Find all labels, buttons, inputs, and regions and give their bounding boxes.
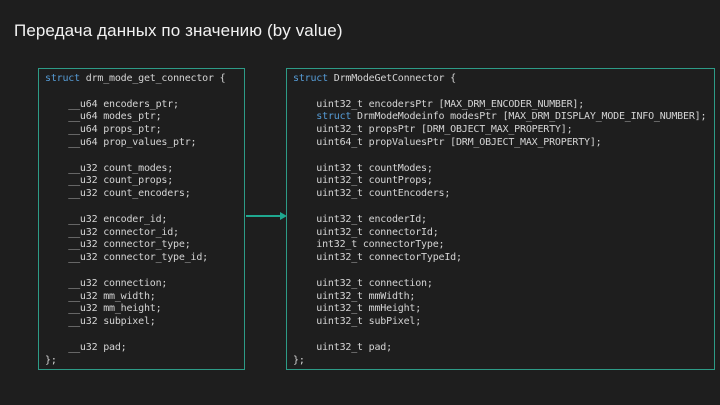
code-text: uint64_t propValuesPtr [DRM_OBJECT_MAX_P…: [293, 136, 602, 148]
code-line: __u32 mm_width;: [45, 291, 238, 304]
slide-title: Передача данных по значению (by value): [14, 21, 343, 40]
code-line: uint32_t encoderId;: [293, 214, 708, 227]
code-text: uint32_t connectorId;: [293, 226, 439, 238]
code-line: uint32_t connectorId;: [293, 227, 708, 240]
code-line: uint32_t connectorTypeId;: [293, 252, 708, 265]
code-keyword: struct: [45, 73, 80, 84]
code-text: __u64 encoders_ptr;: [45, 98, 179, 110]
code-text: uint32_t countProps;: [293, 175, 433, 187]
code-line: uint32_t countProps;: [293, 175, 708, 188]
code-line: uint32_t encodersPtr [MAX_DRM_ENCODER_NU…: [293, 99, 708, 112]
code-text: uint32_t encodersPtr [MAX_DRM_ENCODER_NU…: [293, 98, 585, 110]
code-text: __u32 connection;: [45, 277, 168, 289]
code-text: uint32_t propsPtr [DRM_OBJECT_MAX_PROPER…: [293, 124, 573, 136]
code-text: __u64 prop_values_ptr;: [45, 136, 197, 148]
code-text: __u32 count_modes;: [45, 162, 174, 174]
code-text: uint32_t countEncoders;: [293, 188, 451, 200]
code-line: __u32 connection;: [45, 278, 238, 291]
code-keyword: struct: [316, 111, 352, 123]
code-line: __u32 pad;: [45, 342, 238, 355]
by-value-mapping-arrow: [246, 211, 288, 220]
code-text: uint32_t connection;: [293, 277, 433, 289]
code-line: __u32 count_props;: [45, 175, 238, 188]
code-line: __u32 encoder_id;: [45, 214, 238, 227]
code-text: __u32 encoder_id;: [45, 213, 168, 225]
code-text: DrmModeGetConnector {: [327, 73, 456, 84]
code-line: __u32 connector_id;: [45, 227, 238, 240]
code-line: __u64 encoders_ptr;: [45, 99, 238, 112]
kernel-struct-code-box: struct drm_mode_get_connector { __u64 en…: [38, 68, 245, 370]
code-text: __u32 count_props;: [45, 175, 174, 187]
code-text: __u32 connector_id;: [45, 226, 179, 238]
code-text: DrmModeModeinfo modesPtr [MAX_DRM_DISPLA…: [351, 111, 707, 123]
code-text: __u32 count_encoders;: [45, 188, 191, 200]
code-line: uint32_t connection;: [293, 278, 708, 291]
code-line: __u64 props_ptr;: [45, 124, 238, 137]
code-text: __u32 pad;: [45, 341, 127, 353]
code-text: __u32 mm_width;: [45, 290, 156, 302]
code-text: };: [293, 354, 305, 366]
code-text: uint32_t encoderId;: [293, 213, 427, 225]
code-line: uint32_t countEncoders;: [293, 188, 708, 201]
code-text: uint32_t mmWidth;: [293, 290, 416, 302]
code-line: struct DrmModeGetConnector {: [293, 73, 708, 86]
code-line: uint32_t countModes;: [293, 163, 708, 176]
code-text: __u32 connector_type_id;: [45, 252, 208, 264]
code-text: __u32 connector_type;: [45, 239, 191, 251]
code-line: __u64 prop_values_ptr;: [45, 137, 238, 150]
code-line: __u32 subpixel;: [45, 316, 238, 329]
code-line: uint32_t subPixel;: [293, 316, 708, 329]
code-text: uint32_t connectorTypeId;: [293, 252, 462, 264]
code-line: __u32 count_encoders;: [45, 188, 238, 201]
code-line: uint32_t propsPtr [DRM_OBJECT_MAX_PROPER…: [293, 124, 708, 137]
code-text: __u64 modes_ptr;: [45, 111, 162, 123]
code-line: __u32 count_modes;: [45, 163, 238, 176]
code-line: uint64_t propValuesPtr [DRM_OBJECT_MAX_P…: [293, 137, 708, 150]
slide: Передача данных по значению (by value) s…: [0, 0, 720, 405]
code-line: uint32_t pad;: [293, 342, 708, 355]
code-line: __u32 mm_height;: [45, 303, 238, 316]
code-line: __u64 modes_ptr;: [45, 111, 238, 124]
code-line: struct drm_mode_get_connector {: [45, 73, 238, 86]
code-text: uint32_t pad;: [293, 341, 392, 353]
code-text: __u32 mm_height;: [45, 303, 162, 315]
code-text: drm_mode_get_connector {: [79, 73, 226, 84]
code-line: int32_t connectorType;: [293, 239, 708, 252]
code-keyword: struct: [293, 73, 328, 84]
code-text: uint32_t countModes;: [293, 162, 433, 174]
code-text: int32_t connectorType;: [293, 239, 445, 251]
code-line: __u32 connector_type_id;: [45, 252, 238, 265]
code-text: uint32_t subPixel;: [293, 316, 422, 328]
code-line: };: [45, 355, 238, 368]
code-line: __u32 connector_type;: [45, 239, 238, 252]
code-line: struct DrmModeModeinfo modesPtr [MAX_DRM…: [293, 111, 708, 124]
code-line: uint32_t mmHeight;: [293, 303, 708, 316]
kernel-struct-code: struct drm_mode_get_connector { __u64 en…: [39, 69, 244, 371]
userspace-struct-code: struct DrmModeGetConnector { uint32_t en…: [287, 69, 714, 371]
code-line: };: [293, 355, 708, 368]
code-line: uint32_t mmWidth;: [293, 291, 708, 304]
code-text: __u32 subpixel;: [45, 316, 156, 328]
code-text: uint32_t mmHeight;: [293, 303, 422, 315]
code-text: };: [45, 354, 57, 366]
code-text: __u64 props_ptr;: [45, 124, 162, 136]
userspace-struct-code-box: struct DrmModeGetConnector { uint32_t en…: [286, 68, 715, 370]
arrow-line: [246, 214, 280, 217]
